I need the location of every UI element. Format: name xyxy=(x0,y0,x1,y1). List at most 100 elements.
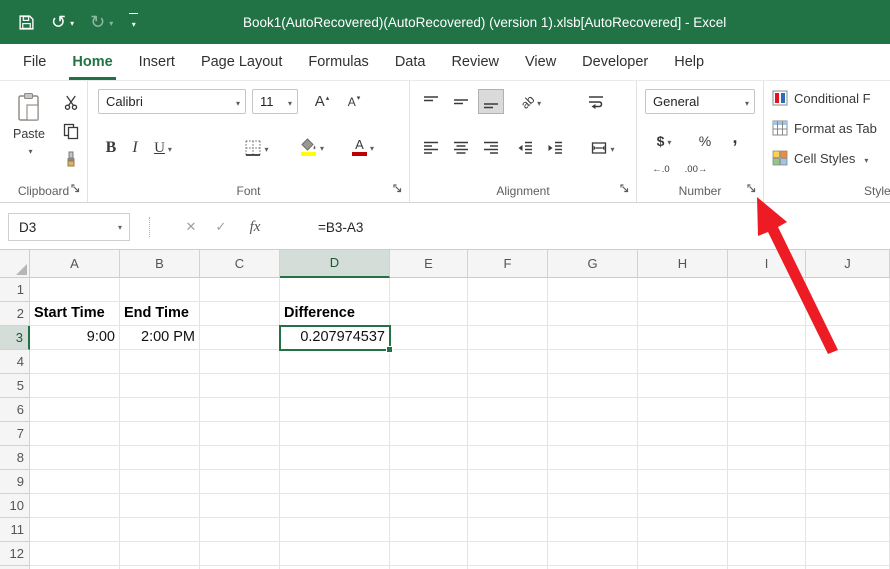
align-top-button[interactable] xyxy=(418,89,444,114)
font-dialog-launcher[interactable] xyxy=(390,181,405,196)
cell-I6[interactable] xyxy=(728,398,806,422)
cell-E8[interactable] xyxy=(390,446,468,470)
row-header-2[interactable]: 2 xyxy=(0,302,30,326)
cell-A10[interactable] xyxy=(30,494,120,518)
cell-E4[interactable] xyxy=(390,350,468,374)
percent-style-button[interactable]: % xyxy=(693,129,717,153)
cell-J3[interactable] xyxy=(806,326,890,350)
cell-C9[interactable] xyxy=(200,470,280,494)
tab-home[interactable]: Home xyxy=(59,44,125,80)
accounting-format-button[interactable]: $ xyxy=(649,129,679,153)
format-painter-button[interactable] xyxy=(58,147,84,171)
fill-color-button[interactable] xyxy=(294,133,330,161)
decrease-font-size-button[interactable]: A ▾ xyxy=(340,89,368,114)
row-header-11[interactable]: 11 xyxy=(0,518,30,542)
number-format-combobox[interactable]: General xyxy=(645,89,755,114)
column-header-H[interactable]: H xyxy=(638,250,728,278)
cell-E12[interactable] xyxy=(390,542,468,566)
redo-button[interactable]: ↻ xyxy=(90,13,113,31)
cell-C3[interactable] xyxy=(200,326,280,350)
tab-file[interactable]: File xyxy=(10,44,59,80)
cell-J9[interactable] xyxy=(806,470,890,494)
fill-handle[interactable] xyxy=(386,346,393,353)
cell-D6[interactable] xyxy=(280,398,390,422)
cell-I9[interactable] xyxy=(728,470,806,494)
cell-G11[interactable] xyxy=(548,518,638,542)
column-header-B[interactable]: B xyxy=(120,250,200,278)
cell-C10[interactable] xyxy=(200,494,280,518)
cell-D9[interactable] xyxy=(280,470,390,494)
cell-C11[interactable] xyxy=(200,518,280,542)
cell-E5[interactable] xyxy=(390,374,468,398)
cell-E9[interactable] xyxy=(390,470,468,494)
cell-styles-button[interactable]: Cell Styles xyxy=(772,150,868,166)
row-header-8[interactable]: 8 xyxy=(0,446,30,470)
formula-input[interactable]: =B3-A3 xyxy=(308,213,890,241)
cell-J1[interactable] xyxy=(806,278,890,302)
cell-B7[interactable] xyxy=(120,422,200,446)
column-header-E[interactable]: E xyxy=(390,250,468,278)
name-box-dropdown-icon[interactable]: ▾ xyxy=(118,223,129,232)
cell-A9[interactable] xyxy=(30,470,120,494)
cell-C12[interactable] xyxy=(200,542,280,566)
cell-C1[interactable] xyxy=(200,278,280,302)
cell-D5[interactable] xyxy=(280,374,390,398)
format-as-table-button[interactable]: Format as Tab xyxy=(772,120,877,136)
tab-view[interactable]: View xyxy=(512,44,569,80)
cell-G2[interactable] xyxy=(548,302,638,326)
increase-indent-button[interactable] xyxy=(542,135,568,161)
row-header-1[interactable]: 1 xyxy=(0,278,30,302)
cell-A5[interactable] xyxy=(30,374,120,398)
cell-I1[interactable] xyxy=(728,278,806,302)
copy-button[interactable] xyxy=(58,119,84,143)
cell-B5[interactable] xyxy=(120,374,200,398)
cell-F9[interactable] xyxy=(468,470,548,494)
cell-G4[interactable] xyxy=(548,350,638,374)
cell-G10[interactable] xyxy=(548,494,638,518)
cell-G1[interactable] xyxy=(548,278,638,302)
tab-insert[interactable]: Insert xyxy=(126,44,188,80)
undo-button[interactable]: ↺ xyxy=(51,13,74,31)
cell-G3[interactable] xyxy=(548,326,638,350)
row-header-5[interactable]: 5 xyxy=(0,374,30,398)
enter-button[interactable]: ✓ xyxy=(208,213,234,241)
tab-developer[interactable]: Developer xyxy=(569,44,661,80)
select-all-button[interactable] xyxy=(0,250,30,278)
cell-I7[interactable] xyxy=(728,422,806,446)
cell-D4[interactable] xyxy=(280,350,390,374)
cell-I10[interactable] xyxy=(728,494,806,518)
cell-I2[interactable] xyxy=(728,302,806,326)
row-header-9[interactable]: 9 xyxy=(0,470,30,494)
cell-G8[interactable] xyxy=(548,446,638,470)
cell-D3[interactable]: 0.207974537 xyxy=(280,326,390,350)
cell-E1[interactable] xyxy=(390,278,468,302)
cell-C8[interactable] xyxy=(200,446,280,470)
cell-F11[interactable] xyxy=(468,518,548,542)
align-right-button[interactable] xyxy=(478,135,504,161)
cell-A7[interactable] xyxy=(30,422,120,446)
cell-J6[interactable] xyxy=(806,398,890,422)
cell-H2[interactable] xyxy=(638,302,728,326)
cell-A4[interactable] xyxy=(30,350,120,374)
underline-button[interactable]: U xyxy=(148,135,178,161)
cell-F1[interactable] xyxy=(468,278,548,302)
paste-button[interactable]: Paste xyxy=(5,87,53,183)
increase-decimal-button[interactable]: ←.0 xyxy=(647,159,675,179)
cell-F6[interactable] xyxy=(468,398,548,422)
cell-E6[interactable] xyxy=(390,398,468,422)
cancel-button[interactable]: ✕ xyxy=(178,213,204,241)
cell-I12[interactable] xyxy=(728,542,806,566)
font-color-button[interactable]: A xyxy=(346,133,380,161)
cell-I11[interactable] xyxy=(728,518,806,542)
cell-D11[interactable] xyxy=(280,518,390,542)
decrease-decimal-button[interactable]: .00→ xyxy=(681,159,711,179)
decrease-indent-button[interactable] xyxy=(512,135,538,161)
cell-C6[interactable] xyxy=(200,398,280,422)
cell-E10[interactable] xyxy=(390,494,468,518)
cell-G7[interactable] xyxy=(548,422,638,446)
cell-F2[interactable] xyxy=(468,302,548,326)
column-header-J[interactable]: J xyxy=(806,250,890,278)
increase-font-size-button[interactable]: A ▴ xyxy=(308,89,336,114)
cell-D8[interactable] xyxy=(280,446,390,470)
cell-E3[interactable] xyxy=(390,326,468,350)
